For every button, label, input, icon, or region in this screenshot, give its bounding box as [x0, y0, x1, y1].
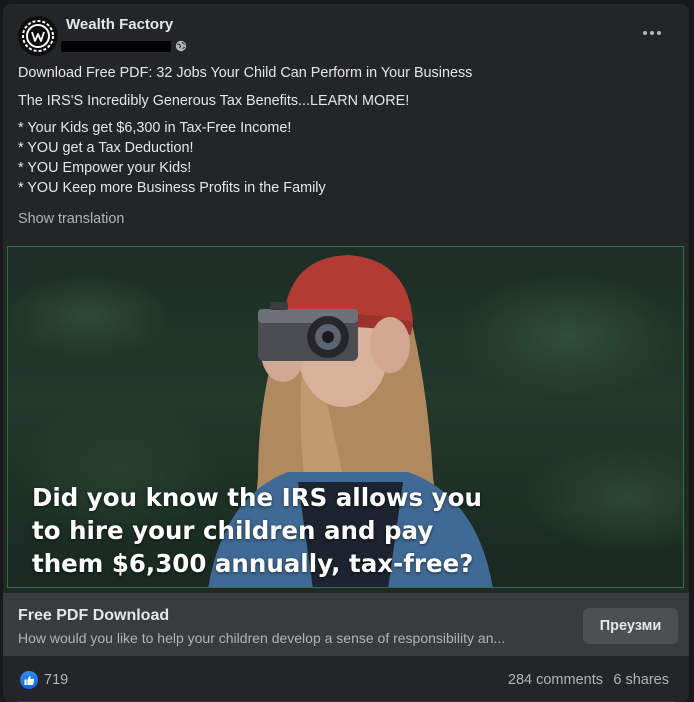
- like-icon[interactable]: [20, 671, 38, 689]
- download-cta-button[interactable]: Преузми: [583, 608, 678, 644]
- post-headline: Download Free PDF: 32 Jobs Your Child Ca…: [18, 65, 473, 81]
- more-dot: [657, 31, 661, 35]
- post-header: Wealth Factory: [3, 4, 689, 64]
- bullet-item: * YOU Keep more Business Profits in the …: [18, 180, 326, 196]
- post-meta: [61, 38, 187, 54]
- engagement-bar: 719 284 comments 6 shares: [3, 656, 689, 702]
- overlay-line: Did you know the IRS allows you: [32, 483, 482, 512]
- globe-icon[interactable]: [175, 40, 187, 52]
- wealth-factory-logo-icon: [22, 20, 54, 52]
- comments-count[interactable]: 284 comments: [508, 672, 603, 688]
- show-translation-link[interactable]: Show translation: [18, 209, 124, 229]
- thumbs-up-icon: [24, 675, 34, 685]
- link-title[interactable]: Free PDF Download: [18, 607, 169, 625]
- page-name[interactable]: Wealth Factory: [66, 16, 173, 33]
- redacted-timestamp: [61, 40, 171, 52]
- reaction-count[interactable]: 719: [44, 672, 68, 688]
- bullet-item: * Your Kids get $6,300 in Tax-Free Incom…: [18, 120, 292, 136]
- post-card: Wealth Factory Download Free PDF: 32 Job…: [3, 4, 689, 702]
- more-options-button[interactable]: [635, 22, 669, 44]
- more-dot: [650, 31, 654, 35]
- link-description: How would you like to help your children…: [18, 630, 506, 646]
- ad-photo[interactable]: Did you know the IRS allows you to hire …: [7, 246, 684, 588]
- bullet-item: * YOU Empower your Kids!: [18, 160, 192, 176]
- page-avatar[interactable]: [18, 16, 58, 56]
- shares-count[interactable]: 6 shares: [613, 672, 669, 688]
- post-media[interactable]: Did you know the IRS allows you to hire …: [3, 243, 689, 593]
- overlay-line: to hire your children and pay: [32, 516, 434, 545]
- bullet-item: * YOU get a Tax Deduction!: [18, 140, 194, 156]
- link-preview[interactable]: Free PDF Download How would you like to …: [3, 593, 689, 656]
- post-tagline: The IRS'S Incredibly Generous Tax Benefi…: [18, 93, 410, 109]
- more-options-icon: [643, 31, 647, 35]
- ad-overlay-text: Did you know the IRS allows you to hire …: [32, 481, 482, 580]
- overlay-line: them $6,300 annually, tax-free?: [32, 549, 474, 578]
